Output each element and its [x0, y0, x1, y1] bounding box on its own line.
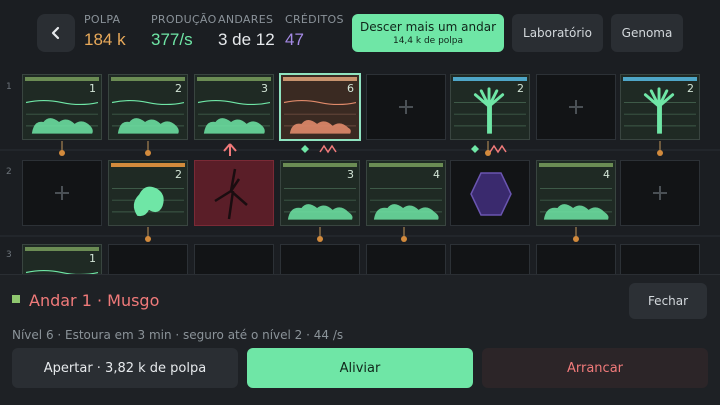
- fungus-cell-r2c2[interactable]: 2: [108, 160, 188, 226]
- moss-cell-r1c1[interactable]: 1: [22, 74, 102, 140]
- diamond-marker-icon: [471, 144, 507, 154]
- genome-button[interactable]: Genoma: [611, 14, 683, 52]
- moss-icon: [284, 99, 356, 134]
- stat-label: ANDARES: [218, 13, 274, 26]
- cell-info: Nível 6 · Estoura em 3 min · seguro até …: [12, 328, 344, 342]
- health-bar: [111, 163, 185, 167]
- connector: [145, 141, 151, 156]
- cell-detail-panel: Andar 1 · Musgo Fechar Nível 6 · Estoura…: [0, 274, 720, 405]
- empty-slot-r2c8[interactable]: [620, 160, 700, 226]
- coral-cell-r1c8[interactable]: 2: [620, 74, 700, 140]
- stat-label: POLPA: [84, 13, 121, 26]
- descend-floor-button[interactable]: Descer mais um andar 14,4 k de polpa: [352, 14, 504, 52]
- moss-icon: [26, 269, 98, 274]
- moss-icon: [284, 188, 356, 220]
- health-bar: [111, 77, 185, 81]
- plus-icon: [653, 186, 667, 200]
- health-bar: [369, 163, 443, 167]
- connector: [657, 141, 663, 156]
- descend-cost: 14,4 k de polpa: [392, 36, 464, 46]
- stat-value: 47: [285, 30, 304, 49]
- moss-icon: [26, 99, 98, 134]
- empty-slot-r2c1[interactable]: [22, 160, 102, 226]
- back-button[interactable]: [37, 14, 75, 52]
- row-label-3: 3: [6, 250, 12, 260]
- moss-cell-r3c1[interactable]: 1: [22, 244, 102, 274]
- connector: [573, 227, 579, 242]
- empty-slot-r3c7[interactable]: [536, 244, 616, 274]
- plus-icon: [399, 100, 413, 114]
- stat-value: 3 de 12: [218, 30, 275, 49]
- health-bar: [283, 77, 357, 81]
- coral-icon: [624, 87, 696, 134]
- stat-production: PRODUÇÃO 377/s: [151, 13, 217, 50]
- game-screen: POLPA 184 k PRODUÇÃO 377/s ANDARES 3 de …: [0, 0, 720, 405]
- plus-icon: [569, 100, 583, 114]
- health-bar: [25, 247, 99, 251]
- moss-icon: [540, 188, 612, 220]
- species-color-swatch: [12, 295, 20, 303]
- relieve-button[interactable]: Aliviar: [247, 348, 473, 388]
- dead-cell-r2c3[interactable]: [194, 160, 274, 226]
- panel-title: Andar 1 · Musgo: [29, 291, 160, 310]
- stat-credits: CRÉDITOS 47: [285, 13, 344, 50]
- hex-cell-r2c6[interactable]: [450, 160, 530, 226]
- moss-cell-r2c5[interactable]: 4: [366, 160, 446, 226]
- connector: [401, 227, 407, 242]
- descend-label: Descer mais um andar: [359, 20, 497, 34]
- fungus-icon: [112, 186, 184, 217]
- connector: [317, 227, 323, 242]
- stat-value: 184 k: [84, 30, 126, 49]
- selected-cell-r1c4[interactable]: 6: [279, 73, 361, 141]
- health-bar: [25, 77, 99, 81]
- chevron-left-icon: [51, 26, 60, 40]
- empty-slot-r3c8[interactable]: [620, 244, 700, 274]
- moss-cell-r1c2[interactable]: 2: [108, 74, 188, 140]
- moss-icon: [112, 99, 184, 134]
- connector: [59, 141, 65, 156]
- health-bar: [539, 163, 613, 167]
- empty-slot-r3c3[interactable]: [194, 244, 274, 274]
- crack-icon: [214, 168, 248, 220]
- empty-slot-r1c7[interactable]: [536, 74, 616, 140]
- up-arrow-icon: [223, 143, 237, 156]
- empty-slot-r1c5[interactable]: [366, 74, 446, 140]
- empty-slot-r3c2[interactable]: [108, 244, 188, 274]
- pull-button[interactable]: Arrancar: [482, 348, 708, 388]
- health-bar: [453, 77, 527, 81]
- moss-cell-r2c7[interactable]: 4: [536, 160, 616, 226]
- squeeze-button[interactable]: Apertar · 3,82 k de polpa: [12, 348, 238, 388]
- row-label-1: 1: [6, 82, 12, 92]
- moss-cell-r1c3[interactable]: 3: [194, 74, 274, 140]
- plus-icon: [55, 186, 69, 200]
- moss-icon: [198, 99, 270, 134]
- health-bar: [283, 163, 357, 167]
- moss-cell-r2c4[interactable]: 3: [280, 160, 360, 226]
- health-bar: [623, 77, 697, 81]
- row-label-2: 2: [6, 167, 12, 177]
- moss-icon: [370, 188, 442, 220]
- close-button[interactable]: Fechar: [629, 283, 707, 319]
- floor-grid: 1 2 3 1 2 3 6 2 2 2 3 4 4 1: [0, 64, 720, 274]
- stat-value: 377/s: [151, 30, 193, 49]
- stat-floors: ANDARES 3 de 12: [218, 13, 275, 50]
- hexagon-icon: [470, 172, 512, 216]
- stat-label: PRODUÇÃO: [151, 13, 217, 26]
- empty-slot-r3c4[interactable]: [280, 244, 360, 274]
- laboratory-button[interactable]: Laboratório: [512, 14, 603, 52]
- health-bar: [197, 77, 271, 81]
- stat-label: CRÉDITOS: [285, 13, 344, 26]
- stat-pulp: POLPA 184 k: [84, 13, 126, 50]
- empty-slot-r3c5[interactable]: [366, 244, 446, 274]
- diamond-marker-icon: [301, 144, 337, 154]
- top-bar: POLPA 184 k PRODUÇÃO 377/s ANDARES 3 de …: [0, 0, 720, 64]
- coral-icon: [454, 87, 526, 134]
- empty-slot-r3c6[interactable]: [450, 244, 530, 274]
- coral-cell-r1c6[interactable]: 2: [450, 74, 530, 140]
- connector: [145, 227, 151, 242]
